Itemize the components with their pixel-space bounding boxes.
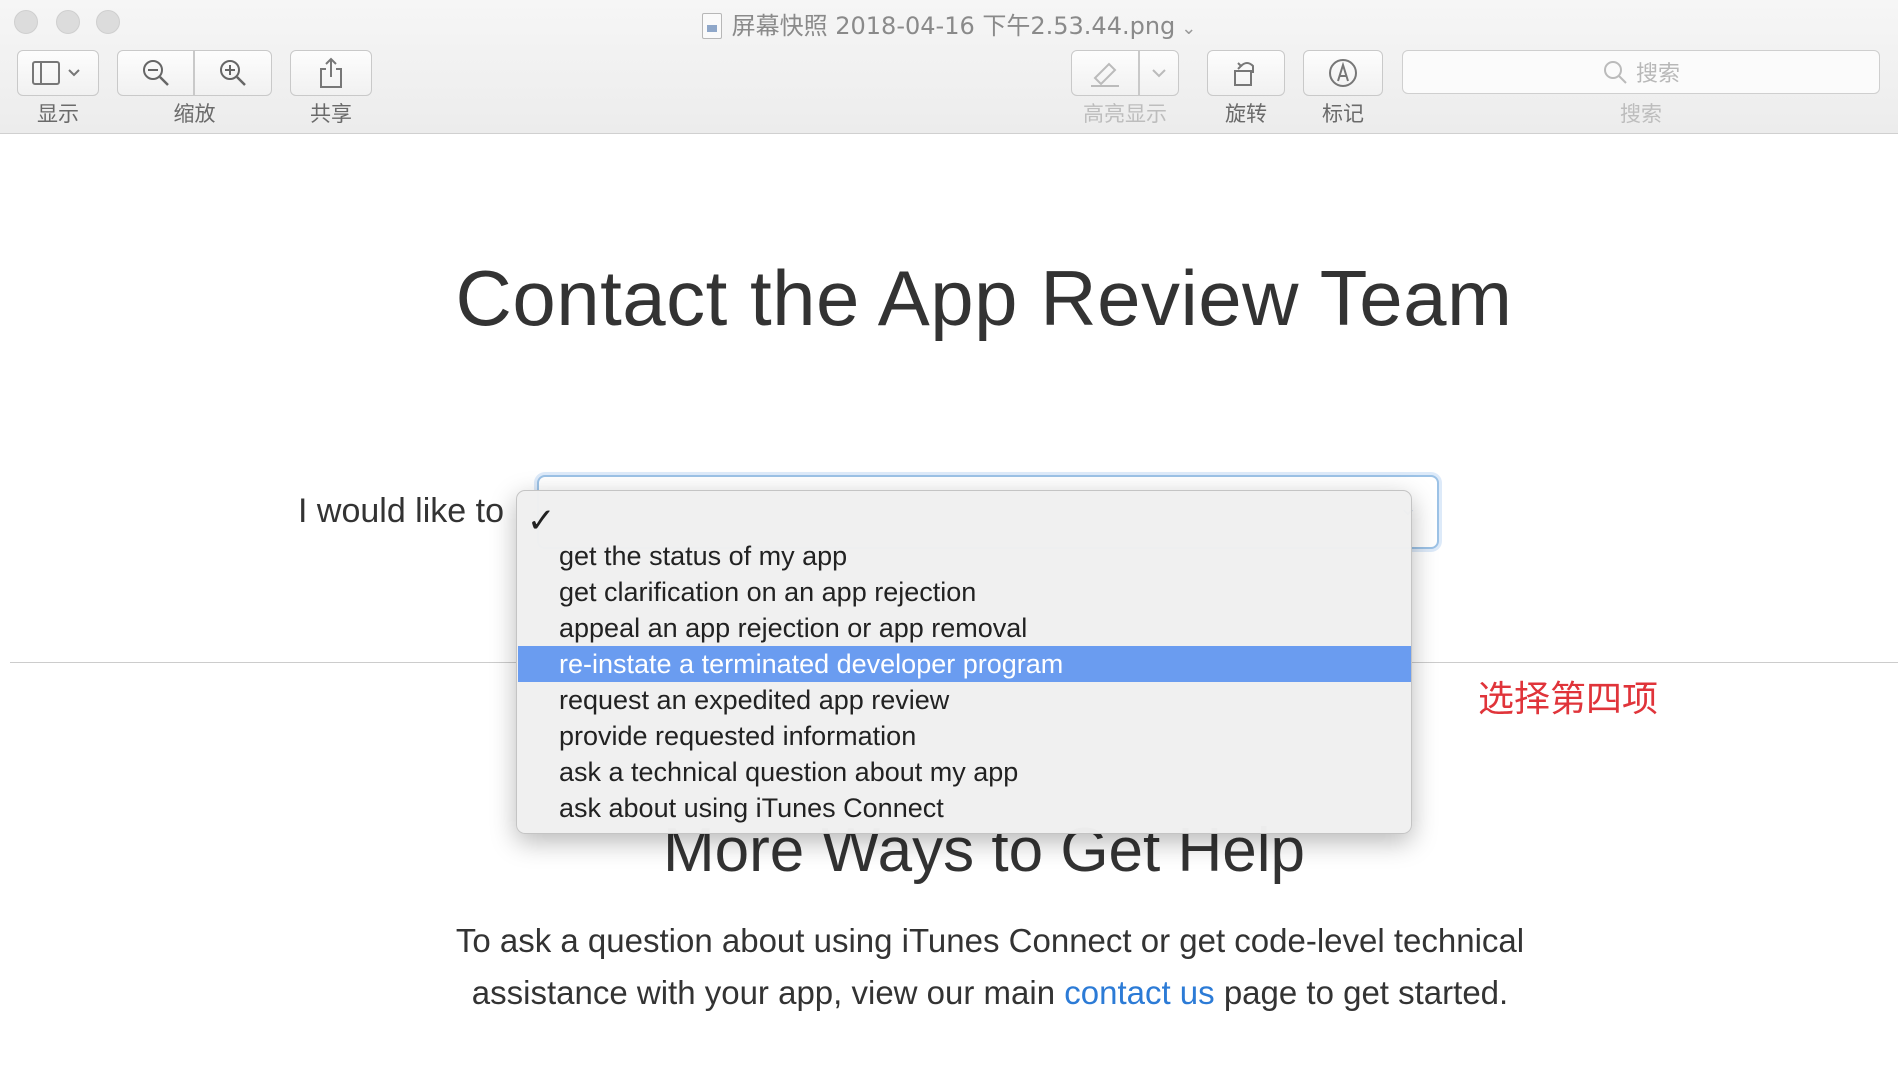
dropdown-option[interactable]: get clarification on an app rejection bbox=[518, 574, 1411, 610]
sidebar-icon bbox=[32, 61, 80, 85]
more-help-text: To ask a question about using iTunes Con… bbox=[405, 915, 1575, 1019]
zoom-label: 缩放 bbox=[173, 102, 216, 126]
rotate-icon bbox=[1234, 62, 1254, 86]
request-type-label: I would like to bbox=[298, 492, 504, 530]
highlight-label: 高亮显示 bbox=[1083, 102, 1167, 126]
rotate-button[interactable] bbox=[1207, 50, 1285, 96]
dropdown-option[interactable]: ask a technical question about my app bbox=[518, 754, 1411, 790]
page-title: Contact the App Review Team bbox=[455, 254, 1513, 342]
search-placeholder: 搜索 bbox=[1635, 62, 1680, 87]
dropdown-option[interactable]: provide requested information bbox=[518, 718, 1411, 754]
share-button[interactable] bbox=[290, 50, 372, 96]
dropdown-option[interactable]: ask about using iTunes Connect bbox=[518, 790, 1411, 826]
view-label: 显示 bbox=[37, 102, 79, 126]
zoom-out-icon bbox=[142, 60, 169, 86]
dropdown-option[interactable]: request an expedited app review bbox=[518, 682, 1411, 718]
checkmark-icon: ✓ bbox=[527, 501, 556, 541]
more-help-text-after: page to get started. bbox=[1214, 974, 1509, 1011]
dropdown-option-selected[interactable]: re-instate a terminated developer progra… bbox=[518, 646, 1411, 682]
zoom-in-button[interactable] bbox=[194, 50, 272, 96]
dropdown-option[interactable]: get the status of my app bbox=[518, 538, 1411, 574]
highlight-button[interactable] bbox=[1071, 50, 1139, 96]
search-label: 搜索 bbox=[1620, 102, 1662, 126]
markup-icon bbox=[1329, 59, 1357, 87]
view-button[interactable] bbox=[17, 50, 99, 96]
markup-label: 标记 bbox=[1322, 102, 1364, 126]
share-label: 共享 bbox=[310, 102, 352, 126]
chevron-down-icon bbox=[1152, 69, 1166, 78]
window-toolbar: 屏幕快照 2018-04-16 下午2.53.44.png ⌄ 显示 缩放 共享… bbox=[0, 0, 1898, 134]
contact-us-link[interactable]: contact us bbox=[1064, 974, 1214, 1011]
window-title-text: 屏幕快照 2018-04-16 下午2.53.44.png bbox=[731, 12, 1176, 40]
highlighter-icon bbox=[1091, 62, 1119, 87]
request-type-dropdown: ✓ get the status of my app get clarifica… bbox=[516, 490, 1412, 834]
zoom-out-button[interactable] bbox=[117, 50, 194, 96]
zoom-in-icon bbox=[220, 60, 246, 86]
markup-button[interactable] bbox=[1303, 50, 1383, 96]
dropdown-option[interactable]: appeal an app rejection or app removal bbox=[518, 610, 1411, 646]
chevron-down-icon: ⌄ bbox=[1181, 18, 1197, 39]
rotate-label: 旋转 bbox=[1225, 102, 1267, 126]
annotation-text: 选择第四项 bbox=[1478, 679, 1659, 720]
search-icon bbox=[1603, 61, 1627, 84]
search-input[interactable]: 搜索 bbox=[1402, 50, 1880, 94]
share-icon bbox=[320, 57, 342, 88]
highlight-options-button[interactable] bbox=[1139, 50, 1179, 96]
window-title[interactable]: 屏幕快照 2018-04-16 下午2.53.44.png ⌄ bbox=[0, 6, 1898, 41]
png-file-icon bbox=[701, 13, 722, 39]
